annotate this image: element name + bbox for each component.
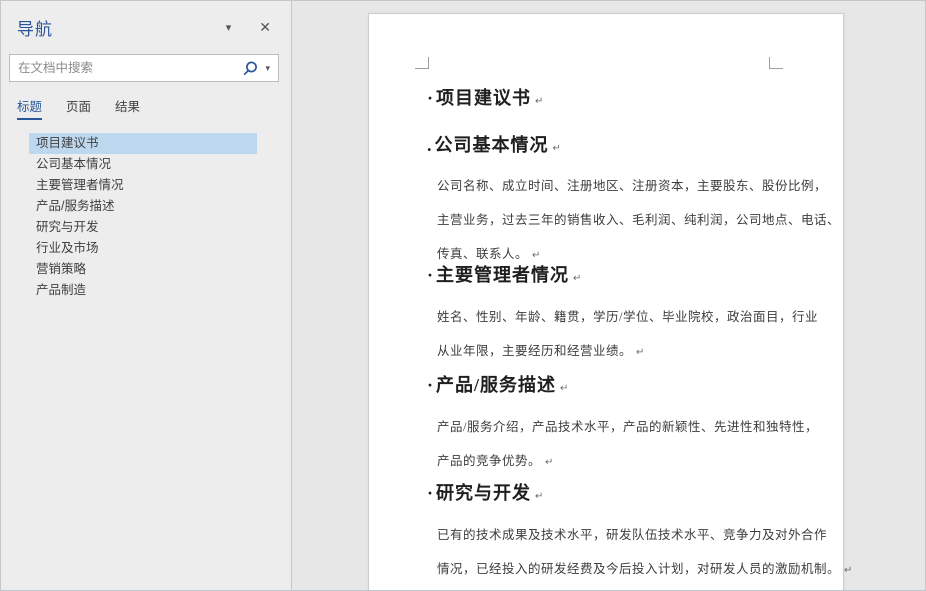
search-options-dropdown-icon[interactable]: ▾ [261, 63, 278, 74]
nav-tabs: 标题页面结果 [1, 82, 291, 120]
doc-heading[interactable]: ·主要管理者情况 ↵ [427, 263, 787, 291]
chevron-down-icon[interactable]: ▾ [226, 21, 232, 34]
paragraph-mark-icon: ↵ [844, 565, 852, 576]
paragraph-mark-icon: ↵ [553, 143, 561, 154]
doc-paragraph-line[interactable]: 从业年限，主要经历和经营业绩。↵ [437, 334, 778, 368]
nav-heading-item[interactable]: 公司基本情况 [29, 154, 257, 175]
document-page[interactable]: ·项目建议书↵.公司基本情况↵公司名称、成立时间、注册地区、注册资本，主要股东、… [368, 13, 844, 590]
document-canvas[interactable]: ·项目建议书↵.公司基本情况↵公司名称、成立时间、注册地区、注册资本，主要股东、… [292, 1, 925, 590]
close-icon[interactable]: ✕ [259, 19, 271, 36]
heading-bullet: · [427, 375, 434, 395]
doc-paragraph[interactable]: 已有的技术成果及技术水平，研发队伍技术水平、竞争力及对外合作情况，已经投入的研发… [437, 518, 778, 586]
doc-paragraph-line[interactable]: 公司名称、成立时间、注册地区、注册资本，主要股东、股份比例， [437, 169, 778, 203]
paragraph-mark-icon: ↵ [636, 347, 644, 358]
nav-heading-item[interactable]: 行业及市场 [29, 238, 257, 259]
doc-heading[interactable]: ·项目建议书 ↵ [427, 86, 787, 114]
nav-heading-item[interactable]: 项目建议书 [29, 133, 257, 154]
heading-text[interactable]: 项目建议书 [436, 88, 531, 108]
document-search-box[interactable]: ▾ [9, 54, 279, 82]
heading-text[interactable]: 产品/服务描述 [436, 375, 556, 395]
doc-paragraph-line[interactable]: 产品的竞争优势。↵ [437, 444, 778, 478]
doc-paragraph-line[interactable]: 主营业务，过去三年的销售收入、毛利润、纯利润，公司地点、电话、 [437, 203, 778, 237]
search-input[interactable] [10, 55, 238, 81]
tab-headings[interactable]: 标题 [17, 96, 42, 120]
heading-bullet: . [427, 135, 433, 155]
doc-heading[interactable]: ·产品/服务描述 ↵ [427, 373, 787, 401]
navigation-pane-title: 导航 [17, 15, 226, 40]
paragraph-mark-icon: ↵ [545, 457, 553, 468]
heading-text[interactable]: 主要管理者情况 [436, 265, 569, 285]
nav-heading-item[interactable]: 产品制造 [29, 280, 257, 301]
word-window: 导航 ▾ ✕ ▾ 标题页面结果 项目建议书公司基本情况主要管理者情况产品/服务描… [0, 0, 926, 591]
nav-heading-item[interactable]: 产品/服务描述 [29, 196, 257, 217]
doc-paragraph-line[interactable]: 姓名、性别、年龄、籍贯，学历/学位、毕业院校，政治面目，行业 [437, 300, 778, 334]
nav-heading-item[interactable]: 研究与开发 [29, 217, 257, 238]
navigation-pane: 导航 ▾ ✕ ▾ 标题页面结果 项目建议书公司基本情况主要管理者情况产品/服务描… [1, 1, 292, 590]
headings-list: 项目建议书公司基本情况主要管理者情况产品/服务描述研究与开发行业及市场营销策略产… [29, 133, 257, 301]
doc-paragraph[interactable]: 公司名称、成立时间、注册地区、注册资本，主要股东、股份比例，主营业务，过去三年的… [437, 169, 778, 271]
heading-bullet: · [427, 265, 434, 285]
heading-bullet: · [427, 483, 434, 503]
heading-text[interactable]: 研究与开发 [436, 483, 531, 503]
nav-heading-item[interactable]: 营销策略 [29, 259, 257, 280]
doc-paragraph-line[interactable]: 情况，已经投入的研发经费及今后投入计划，对研发人员的激励机制。↵ [437, 552, 778, 586]
navigation-pane-header: 导航 ▾ ✕ [1, 1, 291, 40]
tab-results[interactable]: 结果 [115, 96, 140, 120]
doc-paragraph[interactable]: 姓名、性别、年龄、籍贯，学历/学位、毕业院校，政治面目，行业从业年限，主要经历和… [437, 300, 778, 368]
margin-crop-mark-left [415, 57, 429, 69]
paragraph-mark-icon: ↵ [535, 96, 543, 107]
search-icon[interactable] [242, 60, 259, 77]
doc-paragraph-line[interactable]: 已有的技术成果及技术水平，研发队伍技术水平、竞争力及对外合作 [437, 518, 778, 552]
tab-pages[interactable]: 页面 [66, 96, 91, 120]
nav-heading-item[interactable]: 主要管理者情况 [29, 175, 257, 196]
doc-heading[interactable]: .公司基本情况 ↵ [427, 133, 787, 161]
doc-heading[interactable]: ·研究与开发 ↵ [427, 481, 787, 509]
paragraph-mark-icon: ↵ [573, 273, 581, 284]
heading-bullet: · [427, 88, 434, 108]
paragraph-mark-icon: ↵ [560, 383, 568, 394]
doc-paragraph[interactable]: 产品/服务介绍，产品技术水平，产品的新颖性、先进性和独特性，产品的竞争优势。↵ [437, 410, 778, 478]
doc-paragraph-line[interactable]: 产品/服务介绍，产品技术水平，产品的新颖性、先进性和独特性， [437, 410, 778, 444]
margin-crop-mark-right [769, 57, 783, 69]
heading-text[interactable]: 公司基本情况 [435, 135, 549, 155]
paragraph-mark-icon: ↵ [535, 491, 543, 502]
paragraph-mark-icon: ↵ [532, 250, 540, 261]
